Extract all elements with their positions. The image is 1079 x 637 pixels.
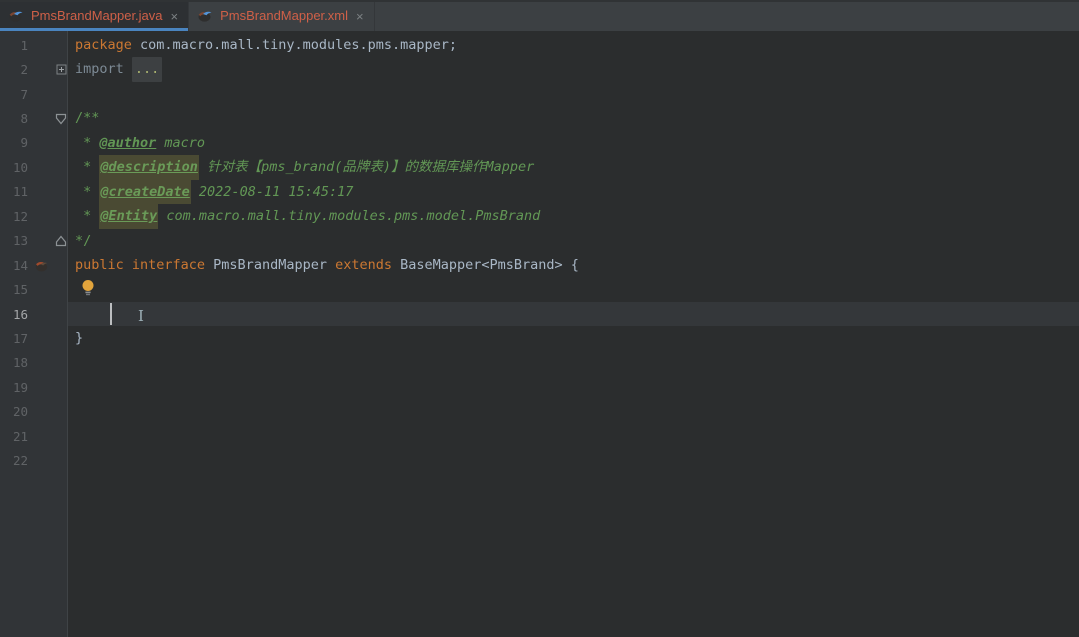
code-line: 10 * @description 针对表【pms_brand(品牌表)】的数据… — [0, 155, 1079, 179]
code-token-kw: public interface — [75, 253, 205, 277]
tab-label: PmsBrandMapper.xml — [220, 8, 348, 23]
tab-pmsbrandmapper-java[interactable]: PmsBrandMapper.java × — [0, 2, 189, 31]
code-token-tag: @author — [99, 131, 156, 155]
line-number: 21 — [0, 429, 28, 444]
line-number: 9 — [0, 135, 28, 150]
line-number: 17 — [0, 331, 28, 346]
code-line: 14 public interface PmsBrandMapper extend… — [0, 253, 1079, 277]
tab-label: PmsBrandMapper.java — [31, 8, 163, 23]
code-token-plain: } — [75, 326, 83, 350]
code-token-taghl: @createDate — [99, 180, 190, 204]
code-line: 19 — [0, 375, 1079, 399]
code-token-kw: package — [75, 33, 132, 57]
line-number: 20 — [0, 404, 28, 419]
code-lines-container: 1 package com.macro.mall.tiny.modules.pms… — [0, 33, 1079, 473]
fold-end-icon[interactable] — [54, 235, 68, 247]
code-line-text[interactable] — [68, 424, 1079, 448]
code-token-plain: com.macro.mall.tiny.modules.pms.mapper; — [132, 33, 457, 57]
code-line-text[interactable] — [68, 448, 1079, 472]
fold-plus-icon[interactable] — [54, 64, 68, 75]
code-token-plain — [75, 302, 108, 326]
code-line-text[interactable] — [68, 375, 1079, 399]
code-token-plain: PmsBrandMapper — [205, 253, 335, 277]
code-line: 21 — [0, 424, 1079, 448]
code-line: 12 * @Entity com.macro.mall.tiny.modules… — [0, 204, 1079, 228]
line-number: 7 — [0, 87, 28, 102]
line-number: 16 — [0, 307, 28, 322]
code-line: 20 — [0, 400, 1079, 424]
code-line-text[interactable]: public interface PmsBrandMapper extends … — [68, 253, 1079, 277]
code-token-muted: import — [75, 57, 132, 81]
code-token-taghl: @Entity — [99, 204, 158, 228]
code-token-taghl: @description — [99, 155, 199, 179]
code-token-kw: extends — [335, 253, 392, 277]
code-line-text[interactable] — [68, 351, 1079, 375]
line-number: 14 — [0, 258, 28, 273]
code-token-val: 针对表【pms_brand(品牌表)】的数据库操作Mapper — [199, 155, 534, 179]
code-line: 1 package com.macro.mall.tiny.modules.pms… — [0, 33, 1079, 57]
code-line-text[interactable]: * @description 针对表【pms_brand(品牌表)】的数据库操作… — [68, 155, 1079, 179]
code-token-doc: * — [75, 204, 99, 228]
line-number: 2 — [0, 62, 28, 77]
ide-window: PmsBrandMapper.java × PmsBrandMapper.xml… — [0, 0, 1079, 637]
code-line: 15 — [0, 277, 1079, 301]
line-number: 12 — [0, 209, 28, 224]
code-line-text[interactable]: } — [68, 326, 1079, 350]
line-number: 10 — [0, 160, 28, 175]
code-line: 22 — [0, 448, 1079, 472]
code-line-text[interactable] — [68, 277, 1079, 301]
mybatis-file-icon — [197, 7, 213, 27]
code-line-text[interactable]: import ... — [68, 57, 1079, 81]
code-token-doc: * — [75, 155, 99, 179]
mouse-ibeam-cursor: I — [138, 304, 144, 328]
mybatis-file-icon — [8, 7, 24, 27]
code-line-text[interactable]: * @createDate 2022-08-11 15:45:17 — [68, 180, 1079, 204]
code-token-doc: * — [75, 180, 99, 204]
code-token-folded: ... — [132, 57, 162, 81]
code-line: 2 import ... — [0, 57, 1079, 81]
code-line: 18 — [0, 351, 1079, 375]
code-line-text[interactable]: * @author macro — [68, 131, 1079, 155]
code-token-doc: /** — [75, 106, 99, 130]
mybatis-mapper-icon[interactable] — [28, 258, 54, 273]
code-line: 11 * @createDate 2022-08-11 15:45:17 — [0, 180, 1079, 204]
fold-start-icon[interactable] — [54, 113, 68, 125]
code-token-doc: * — [75, 131, 99, 155]
text-caret — [110, 303, 112, 325]
code-editor[interactable]: 1 package com.macro.mall.tiny.modules.pms… — [0, 31, 1079, 637]
code-token-plain: BaseMapper<PmsBrand> { — [392, 253, 579, 277]
code-line-text[interactable]: I — [68, 302, 1079, 326]
line-number: 8 — [0, 111, 28, 126]
line-number: 19 — [0, 380, 28, 395]
code-token-doc: */ — [75, 229, 91, 253]
code-line-text[interactable] — [68, 82, 1079, 106]
code-token-val: com.macro.mall.tiny.modules.pms.model.Pm… — [158, 204, 540, 228]
code-line-text[interactable] — [68, 400, 1079, 424]
tab-pmsbrandmapper-xml[interactable]: PmsBrandMapper.xml × — [189, 2, 374, 31]
code-line-text[interactable]: * @Entity com.macro.mall.tiny.modules.pm… — [68, 204, 1079, 228]
code-token-val: 2022-08-11 15:45:17 — [191, 180, 354, 204]
code-line-text[interactable]: */ — [68, 229, 1079, 253]
editor-tab-bar: PmsBrandMapper.java × PmsBrandMapper.xml… — [0, 0, 1079, 31]
code-line: 13 */ — [0, 229, 1079, 253]
line-number: 11 — [0, 184, 28, 199]
code-line: 17} — [0, 326, 1079, 350]
close-tab-icon[interactable]: × — [171, 9, 179, 24]
code-token-val: macro — [156, 131, 205, 155]
code-line: 8 /** — [0, 106, 1079, 130]
line-number: 22 — [0, 453, 28, 468]
line-number: 18 — [0, 355, 28, 370]
code-line: 16 I — [0, 302, 1079, 326]
code-line-text[interactable]: package com.macro.mall.tiny.modules.pms.… — [68, 33, 1079, 57]
line-number: 13 — [0, 233, 28, 248]
code-line-text[interactable]: /** — [68, 106, 1079, 130]
code-line: 7 — [0, 82, 1079, 106]
line-number: 15 — [0, 282, 28, 297]
line-number: 1 — [0, 38, 28, 53]
code-line: 9 * @author macro — [0, 131, 1079, 155]
close-tab-icon[interactable]: × — [356, 9, 364, 24]
